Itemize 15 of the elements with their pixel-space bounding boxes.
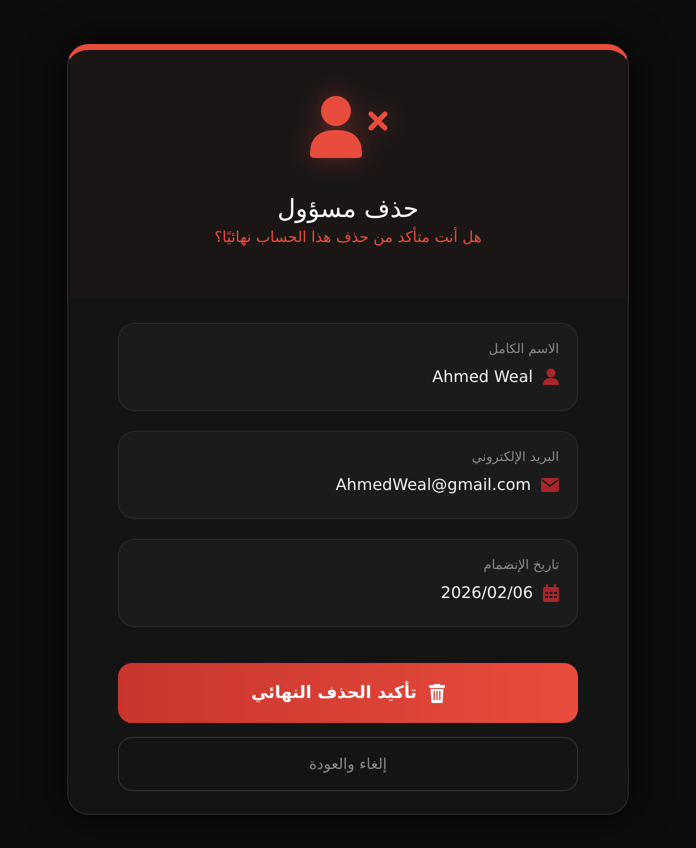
person-icon — [543, 368, 559, 386]
trash-icon — [428, 684, 445, 702]
field-value: Ahmed Weal — [432, 367, 533, 386]
field-value: 2026/02/06 — [440, 583, 533, 602]
cancel-button[interactable]: إلغاء والعودة — [118, 737, 578, 791]
dialog-subtitle: هل أنت متأكد من حذف هذا الحساب نهائيًا؟ — [214, 228, 482, 246]
user-remove-icon — [308, 94, 388, 160]
field-label: الاسم الكامل — [488, 342, 559, 357]
envelope-icon — [541, 478, 559, 492]
dialog-title: حذف مسؤول — [277, 194, 419, 224]
field-label: تاريخ الإنضمام — [482, 558, 559, 573]
field-label: البريد الإلكتروني — [470, 450, 559, 465]
calendar-icon — [543, 584, 559, 602]
confirm-delete-button[interactable]: تأكيد الحذف النهائي — [118, 663, 578, 723]
field-value: AhmedWeal@gmail.com — [336, 475, 531, 494]
